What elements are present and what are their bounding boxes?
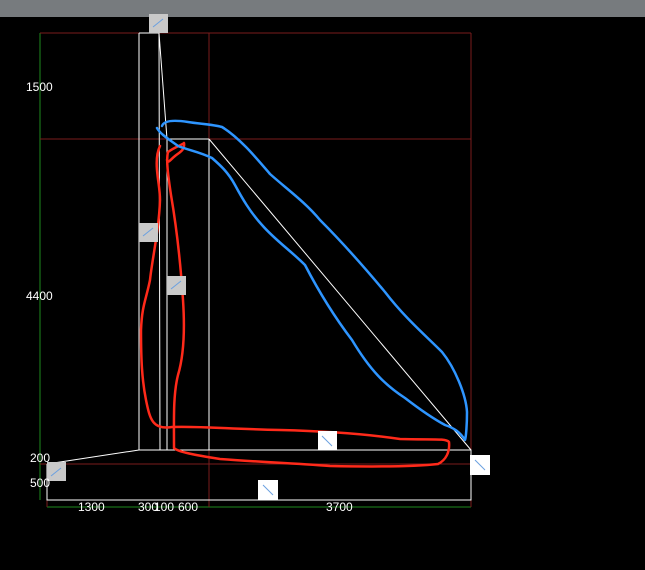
red-annotation-stroke xyxy=(139,141,451,468)
reference-grid xyxy=(40,32,472,507)
dim-label-200: 200 xyxy=(30,451,51,465)
dim-label-3700: 3700 xyxy=(326,500,353,514)
dim-label-500: 500 xyxy=(30,476,51,490)
grip-handles[interactable] xyxy=(47,14,490,500)
dim-label-100: 100 xyxy=(154,500,175,514)
dimension-lines xyxy=(39,33,471,508)
dim-label-600: 600 xyxy=(178,500,199,514)
blue-annotation-stroke xyxy=(155,119,469,442)
dim-label-1300: 1300 xyxy=(78,500,105,514)
grip-handle-marks xyxy=(50,18,486,496)
dim-label-1500: 1500 xyxy=(26,80,53,94)
dim-label-4400: 4400 xyxy=(26,289,53,303)
cad-canvas[interactable] xyxy=(0,0,645,570)
